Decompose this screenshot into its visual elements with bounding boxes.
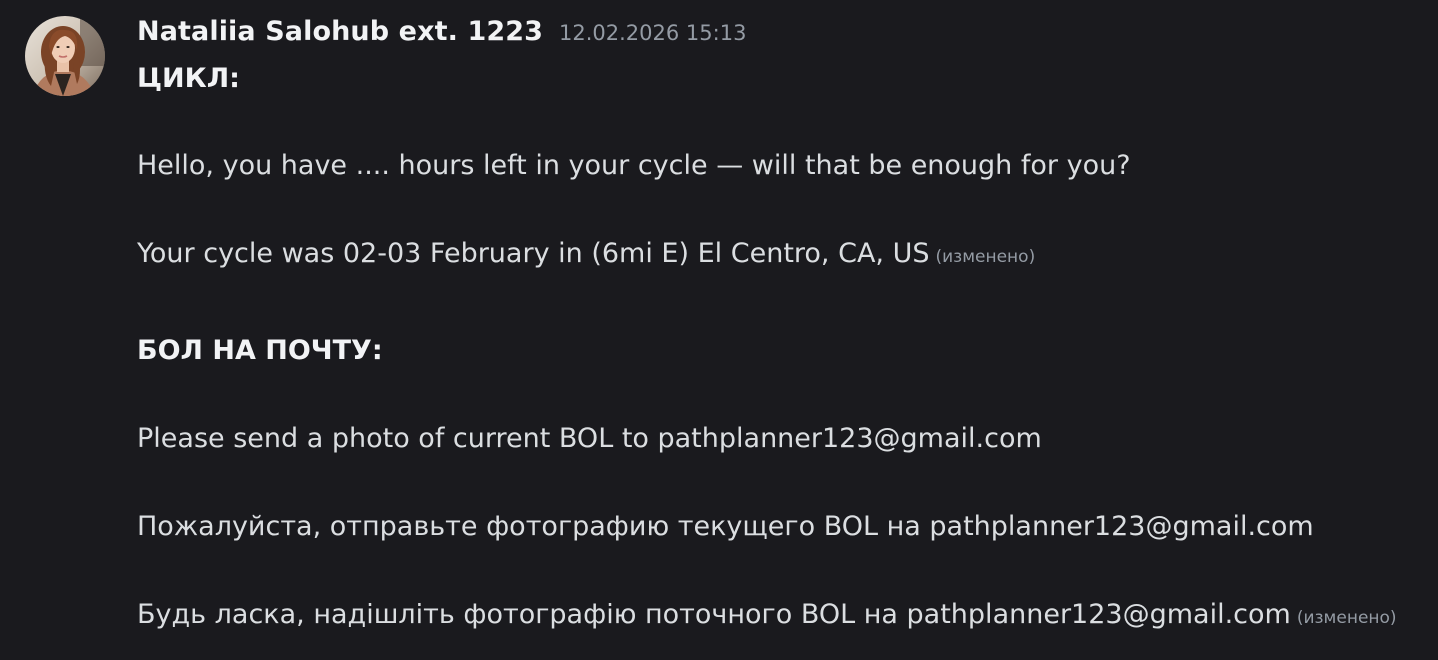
chat-message: Nataliia Salohub ext. 1223 12.02.2026 15…: [0, 0, 1438, 660]
bol-ukrainian-line: Будь ласка, надішліть фотографію поточно…: [137, 597, 1397, 636]
heading-bol: БОЛ НА ПОЧТУ:: [137, 335, 383, 366]
edited-label[interactable]: (изменено): [1297, 608, 1397, 628]
cycle-question-text: Hello, you have .... hours left in your …: [137, 150, 1131, 181]
avatar-photo-icon: [25, 16, 105, 96]
heading-cycle: ЦИКЛ:: [137, 63, 240, 94]
message-timestamp[interactable]: 12.02.2026 15:13: [559, 21, 746, 45]
user-avatar[interactable]: [25, 16, 105, 96]
author-name[interactable]: Nataliia Salohub ext. 1223: [137, 16, 543, 47]
bol-ukrainian-text: Будь ласка, надішліть фотографію поточно…: [137, 599, 1291, 630]
bol-russian-text: Пожалуйста, отправьте фотографию текущег…: [137, 511, 1314, 542]
bol-english-text: Please send a photo of current BOL to pa…: [137, 423, 1042, 454]
edited-label[interactable]: (изменено): [935, 247, 1035, 267]
message-header: Nataliia Salohub ext. 1223 12.02.2026 15…: [137, 16, 746, 54]
cycle-info-text: Your cycle was 02-03 February in (6mi E)…: [137, 238, 930, 269]
cycle-info-line: Your cycle was 02-03 February in (6mi E)…: [137, 236, 1035, 275]
